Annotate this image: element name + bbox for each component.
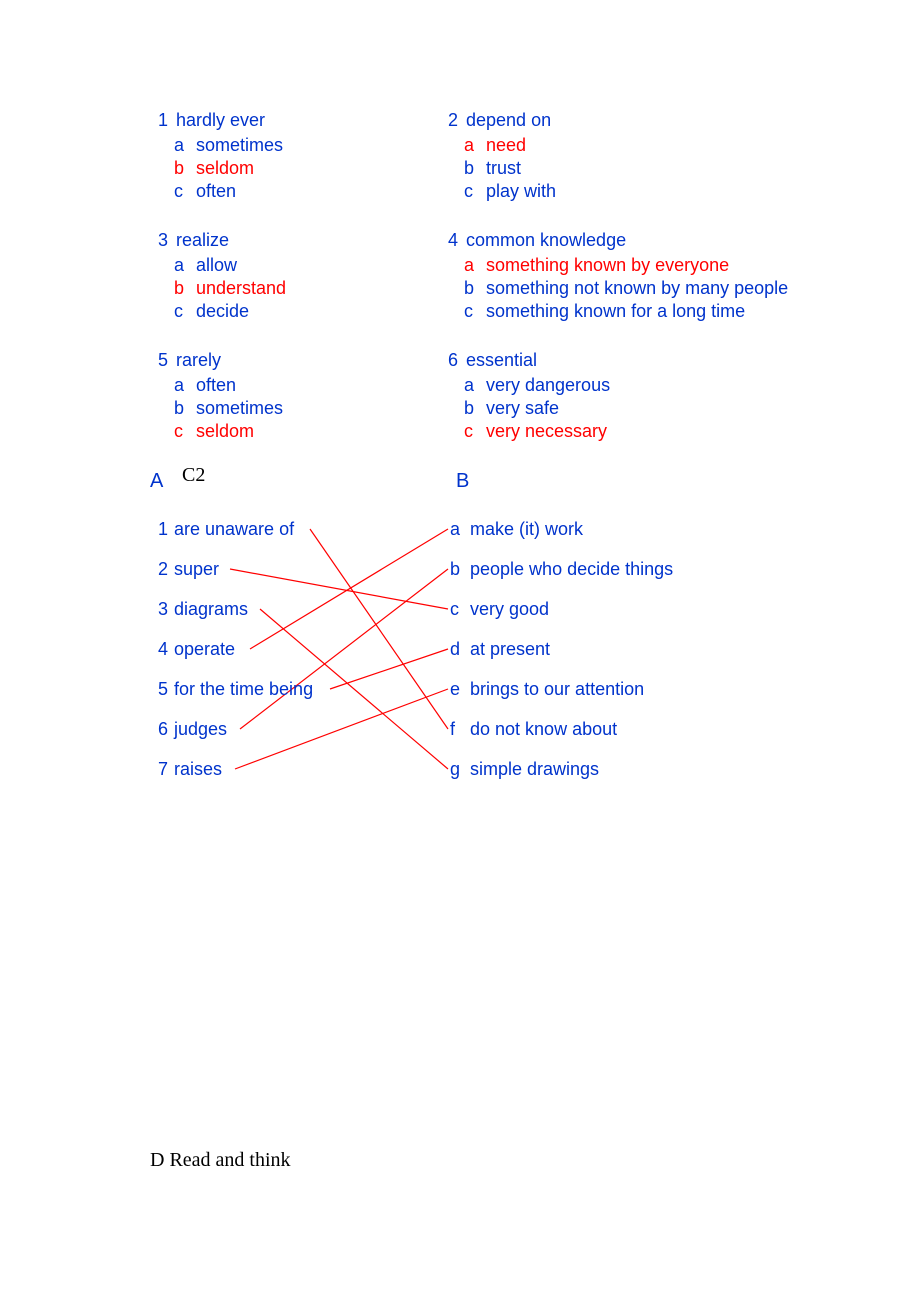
option-b: bseldom: [150, 158, 430, 179]
section-c2-label: C2: [182, 464, 205, 487]
column-b-header: B: [450, 470, 469, 493]
match-right-d: dat present: [450, 629, 673, 669]
match-left-7: 7raises: [150, 749, 313, 789]
question-6: 6essential avery dangerous bvery safe cv…: [440, 350, 800, 442]
match-right-b: bpeople who decide things: [450, 549, 673, 589]
matching-section: C2 A B 1are unaware of 2super 3diagrams …: [150, 470, 770, 1172]
option-c: cvery necessary: [440, 421, 800, 442]
question-4: 4common knowledge asomething known by ev…: [440, 230, 800, 322]
match-left-2: 2super: [150, 549, 313, 589]
option-c: csomething known for a long time: [440, 301, 800, 322]
option-a: asomething known by everyone: [440, 255, 800, 276]
match-left-6: 6judges: [150, 709, 313, 749]
question-3: 3realize aallow bunderstand cdecide: [150, 230, 430, 322]
option-c: cplay with: [440, 181, 800, 202]
match-left-1: 1are unaware of: [150, 509, 313, 549]
question-text: hardly ever: [176, 110, 265, 130]
option-b: bunderstand: [150, 278, 430, 299]
option-b: bsometimes: [150, 398, 430, 419]
question-5: 5rarely aoften bsometimes cseldom: [150, 350, 430, 442]
option-b: bvery safe: [440, 398, 800, 419]
match-column-a: 1are unaware of 2super 3diagrams 4operat…: [150, 509, 313, 789]
option-b: bsomething not known by many people: [440, 278, 800, 299]
question-number: 1: [150, 110, 168, 131]
option-a: aoften: [150, 375, 430, 396]
question-1: 1 hardly ever asometimes bseldom coften: [150, 110, 430, 202]
option-a: aallow: [150, 255, 430, 276]
option-b: btrust: [440, 158, 800, 179]
match-right-e: ebrings to our attention: [450, 669, 673, 709]
match-left-4: 4operate: [150, 629, 313, 669]
question-head: 2depend on: [440, 110, 800, 131]
question-head: 1 hardly ever: [150, 110, 430, 131]
option-a: aneed: [440, 135, 800, 156]
option-a: asometimes: [150, 135, 430, 156]
section-d-heading: D Read and think: [150, 1149, 770, 1172]
multiple-choice-section: 1hardly ever asometimes bseldom coften 2…: [150, 110, 770, 442]
option-c: coften: [150, 181, 430, 202]
match-right-a: amake (it) work: [450, 509, 673, 549]
match-right-c: cvery good: [450, 589, 673, 629]
match-left-5: 5for the time being: [150, 669, 313, 709]
question-2: 2depend on aneed btrust cplay with: [440, 110, 800, 202]
match-right-g: gsimple drawings: [450, 749, 673, 789]
option-c: cseldom: [150, 421, 430, 442]
match-left-3: 3diagrams: [150, 589, 313, 629]
match-column-b: amake (it) work bpeople who decide thing…: [450, 509, 673, 789]
option-c: cdecide: [150, 301, 430, 322]
option-a: avery dangerous: [440, 375, 800, 396]
match-right-f: fdo not know about: [450, 709, 673, 749]
